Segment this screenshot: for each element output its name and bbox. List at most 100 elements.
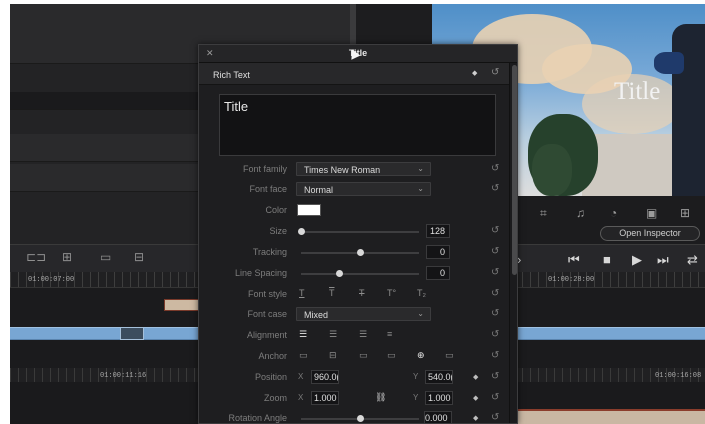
reset-icon[interactable]: ↺ [491, 163, 499, 174]
viewer-title-overlay: Title [614, 78, 661, 105]
link-icon[interactable]: ⛓ [375, 392, 386, 403]
zoom-x-input[interactable]: 1.000 [311, 391, 339, 405]
keyframe-diamond-icon[interactable]: ◆ [473, 414, 478, 422]
align-left-icon[interactable]: ☰ [299, 329, 307, 340]
skip-back-icon[interactable]: ⏮ [568, 252, 580, 268]
strikethrough-style-button[interactable]: T [359, 288, 365, 298]
rotation-angle-input[interactable]: 0.000 [424, 411, 452, 423]
anchor-top-icon[interactable]: ▭ [299, 350, 308, 361]
overwrite-clip-icon[interactable]: ⊞ [62, 250, 72, 264]
font-case-label: Font case [247, 309, 287, 319]
reset-icon[interactable]: ↺ [491, 246, 499, 257]
color-label: Color [265, 205, 287, 215]
alignment-row: Alignment ☰ ☰ ☰ ≡ ↺ [199, 328, 509, 344]
keyframe-diamond-icon[interactable]: ◆ [473, 394, 478, 402]
font-style-row: Font style T T T T° T₂ ↺ [199, 287, 509, 303]
anchor-bottom-icon[interactable]: ▭ [359, 350, 368, 361]
reset-icon[interactable]: ↺ [491, 225, 499, 236]
font-face-select[interactable]: Normal ⌄ [296, 182, 431, 196]
transform-icon[interactable]: ⊞ [680, 206, 690, 220]
skip-forward-icon[interactable]: ⏭ [657, 252, 669, 268]
speed-icon[interactable]: ◔ [610, 206, 617, 220]
x-axis-label: X [298, 372, 304, 381]
reset-icon[interactable]: ↺ [491, 329, 499, 340]
align-right-icon[interactable]: ☰ [359, 329, 367, 340]
zoom-y-input[interactable]: 1.000 [425, 391, 453, 405]
dialog-scrollbar[interactable] [509, 63, 517, 423]
anchor-left-icon[interactable]: ▭ [387, 350, 396, 361]
reset-icon[interactable]: ↺ [491, 183, 499, 194]
underline-style-button[interactable]: T [299, 288, 305, 298]
reset-icon[interactable]: ↺ [491, 267, 499, 278]
rich-text-value: Title [224, 99, 249, 114]
anchor-label: Anchor [258, 351, 287, 361]
reset-icon[interactable]: ↺ [491, 371, 499, 382]
line-spacing-row: Line Spacing 0 ↺ [199, 266, 509, 282]
scroll-thumb[interactable] [512, 65, 517, 275]
size-label: Size [269, 226, 287, 236]
font-case-value: Mixed [304, 310, 329, 320]
play-icon[interactable]: ▶ [632, 252, 642, 268]
font-face-value: Normal [304, 185, 334, 195]
rich-text-section-header[interactable]: Rich Text ◆ ↺ [199, 63, 509, 85]
anchor-center-icon[interactable]: ⊕ [417, 350, 425, 361]
timecode-label: 01:00:28:00 [548, 276, 595, 284]
title-clip-lower[interactable] [515, 409, 705, 424]
slider-knob[interactable] [357, 249, 364, 256]
line-spacing-input[interactable]: 0 [426, 266, 450, 280]
slider-knob[interactable] [335, 270, 343, 277]
anchor-middle-icon[interactable]: ⊟ [329, 350, 337, 361]
font-family-select[interactable]: Times New Roman ⌄ [296, 162, 431, 176]
reset-icon[interactable]: ↺ [491, 350, 499, 361]
tracking-slider[interactable] [301, 249, 419, 256]
color-swatch[interactable] [297, 204, 321, 216]
keyframe-diamond-icon[interactable]: ◆ [472, 69, 477, 77]
replace-clip-icon[interactable]: ▭ [100, 250, 111, 264]
rich-text-input[interactable]: Title [219, 94, 496, 156]
keyframe-diamond-icon[interactable]: ◆ [473, 373, 478, 381]
chevron-down-icon: ⌄ [417, 309, 424, 318]
slider-knob[interactable] [357, 415, 364, 422]
rotation-angle-slider[interactable] [301, 415, 419, 422]
megaphone-shape [654, 52, 684, 74]
reset-icon[interactable]: ↺ [491, 67, 499, 78]
line-spacing-slider[interactable] [301, 270, 419, 277]
section-label: Rich Text [213, 70, 250, 80]
reset-icon[interactable]: ↺ [491, 392, 499, 403]
camera-icon[interactable]: ▣ [646, 206, 657, 220]
size-row: Size 128 ↺ [199, 224, 509, 240]
zoom-label: Zoom [263, 393, 287, 403]
person-shape [672, 24, 705, 196]
tracking-input[interactable]: 0 [426, 245, 450, 259]
reset-icon[interactable]: ↺ [491, 412, 499, 423]
reset-icon[interactable]: ↺ [491, 288, 499, 299]
open-inspector-button[interactable]: Open Inspector [600, 226, 700, 241]
reset-icon[interactable]: ↺ [491, 308, 499, 319]
size-slider[interactable] [298, 228, 419, 235]
font-family-value: Times New Roman [304, 165, 381, 175]
loop-icon[interactable]: ⇄ [687, 252, 698, 268]
subscript-style-button[interactable]: T₂ [417, 288, 426, 298]
rotation-angle-row: Rotation Angle 0.000 ◆ ↺ [199, 411, 509, 423]
superscript-style-button[interactable]: T° [387, 288, 396, 298]
stop-icon[interactable]: ■ [603, 252, 611, 267]
crop-icon[interactable]: ⌗ [540, 206, 547, 221]
position-x-input[interactable]: 960.0( [311, 370, 339, 384]
size-input[interactable]: 128 [426, 224, 450, 238]
y-axis-label: Y [413, 393, 419, 402]
tracking-row: Tracking 0 ↺ [199, 245, 509, 261]
video-clip-cut[interactable] [120, 327, 144, 340]
align-center-icon[interactable]: ☰ [329, 329, 337, 340]
font-case-select[interactable]: Mixed ⌄ [296, 307, 431, 321]
slider-knob[interactable] [298, 228, 305, 235]
overline-style-button[interactable]: T [329, 288, 335, 298]
position-y-input[interactable]: 540.0( [425, 370, 453, 384]
insert-clip-icon[interactable]: ⊏⊐ [26, 250, 46, 264]
tracking-label: Tracking [252, 247, 287, 257]
audio-icon[interactable]: ♫ [576, 206, 585, 220]
place-on-top-icon[interactable]: ⊟ [134, 250, 144, 264]
font-family-row: Font family Times New Roman ⌄ ↺ [199, 162, 509, 178]
anchor-right-icon[interactable]: ▭ [445, 350, 454, 361]
font-style-label: Font style [247, 289, 287, 299]
justify-icon[interactable]: ≡ [387, 329, 392, 339]
